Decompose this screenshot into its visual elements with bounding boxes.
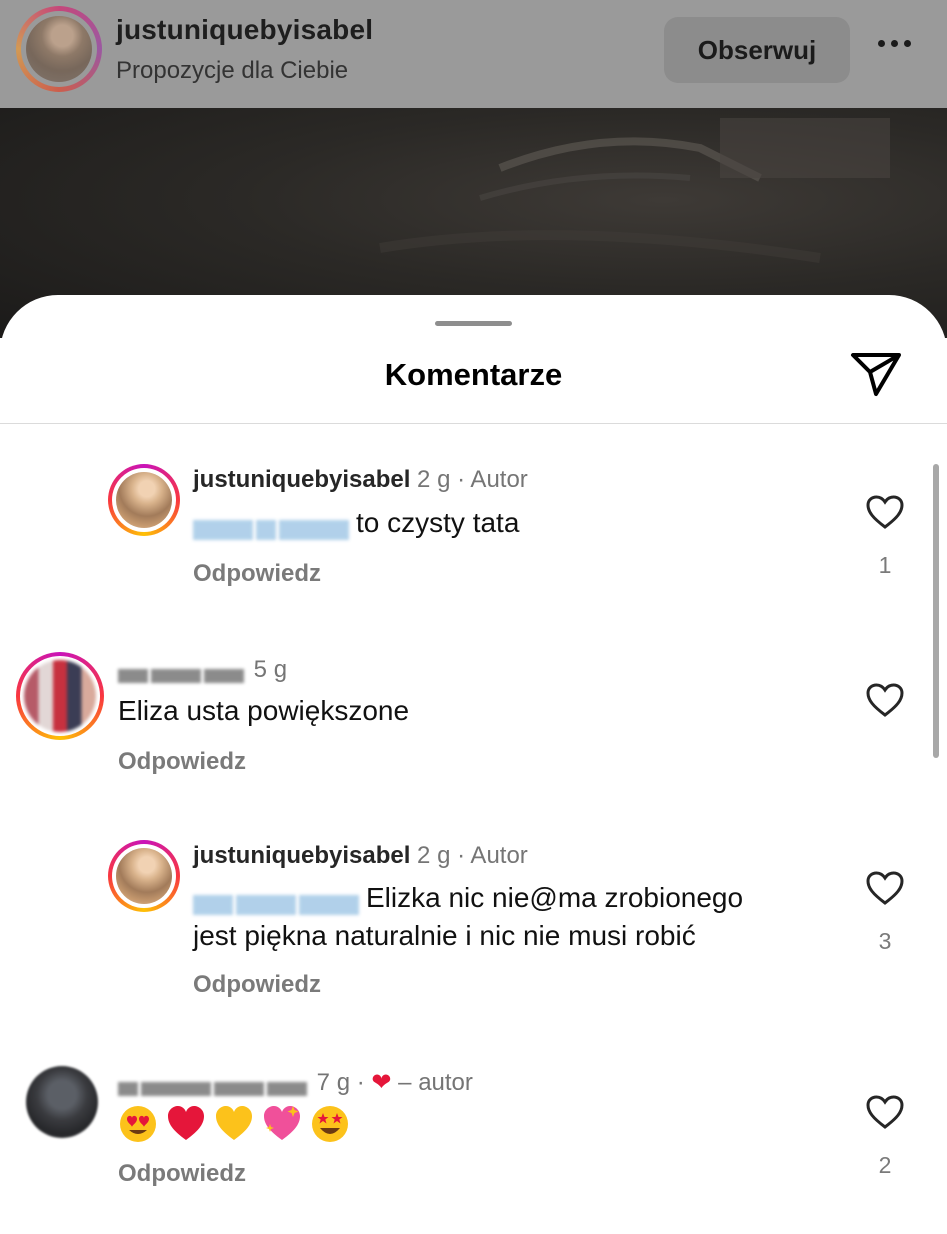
avatar[interactable] <box>108 840 180 912</box>
post-subtitle: Propozycje dla Ciebie <box>116 57 349 84</box>
liked-by-author-heart-icon: ❤ <box>371 1069 392 1096</box>
heart-icon[interactable] <box>865 870 905 906</box>
username-redacted[interactable] <box>118 1075 310 1096</box>
heart-icon[interactable] <box>865 1094 905 1130</box>
divider <box>0 423 947 424</box>
comment-reply: justuniquebyisabel 2 g · Autor Elizka ni… <box>0 836 947 1006</box>
red-heart-emoji <box>168 1106 204 1140</box>
comment-time: 2 g <box>417 842 451 869</box>
liked-by-author-label: – autor <box>398 1069 473 1096</box>
username-redacted[interactable] <box>118 662 247 683</box>
comment-time: 7 g <box>316 1069 351 1096</box>
star-struck-emoji <box>312 1106 348 1142</box>
comment-time: 2 g <box>417 466 451 493</box>
comment-meta: justuniquebyisabel 2 g · Autor <box>193 842 528 870</box>
yellow-heart-emoji <box>216 1106 252 1140</box>
comment-reply: justuniquebyisabel 2 g · Autor to czysty… <box>0 460 947 600</box>
comment-meta: 7 g · ❤ – autor <box>118 1068 473 1097</box>
like-count: 2 <box>878 1152 892 1178</box>
comment: 7 g · ❤ – autor Odpowiedz 2 <box>0 1062 947 1212</box>
comment-text: to czysty tata <box>193 504 519 542</box>
like-count: 3 <box>878 928 892 954</box>
sparkling-heart-emoji <box>264 1106 300 1140</box>
comment-time: 5 g <box>253 656 288 683</box>
reply-button[interactable]: Odpowiedz <box>118 748 246 776</box>
post-header: justuniquebyisabel Propozycje dla Ciebie… <box>0 0 947 108</box>
comment-text <box>118 1104 350 1144</box>
follow-button[interactable]: Obserwuj <box>664 17 850 83</box>
mention-redacted[interactable] <box>193 887 362 915</box>
reply-button[interactable]: Odpowiedz <box>193 971 321 999</box>
sheet-title: Komentarze <box>384 357 563 392</box>
heart-icon[interactable] <box>865 682 905 718</box>
reply-button[interactable]: Odpowiedz <box>193 560 321 588</box>
avatar[interactable] <box>26 1066 98 1138</box>
like-count: 1 <box>878 552 892 578</box>
author-badge: · Autor <box>457 466 528 493</box>
comment-meta: justuniquebyisabel 2 g · Autor <box>193 466 528 494</box>
mention-redacted[interactable] <box>193 512 352 540</box>
author-badge: · Autor <box>457 842 528 869</box>
post-author-avatar[interactable] <box>16 6 102 92</box>
comment: 5 g Eliza usta powiększone Odpowiedz <box>0 652 947 792</box>
heart-icon[interactable] <box>865 494 905 530</box>
paper-plane-icon[interactable] <box>848 350 904 398</box>
comment-meta: 5 g <box>118 656 287 684</box>
heart-eyes-emoji <box>120 1106 156 1142</box>
comment-text: Elizka nic nie@ma zrobionego jest piękna… <box>193 882 744 951</box>
comment-username[interactable]: justuniquebyisabel <box>193 466 410 493</box>
drag-handle[interactable] <box>435 321 512 326</box>
comment-text: Eliza usta powiększone <box>118 695 410 726</box>
comment-username[interactable]: justuniquebyisabel <box>193 842 410 869</box>
post-username[interactable]: justuniquebyisabel <box>116 14 373 46</box>
avatar[interactable] <box>16 652 104 740</box>
reply-button[interactable]: Odpowiedz <box>118 1160 246 1188</box>
more-horizontal-icon[interactable] <box>878 40 918 60</box>
avatar[interactable] <box>108 464 180 536</box>
